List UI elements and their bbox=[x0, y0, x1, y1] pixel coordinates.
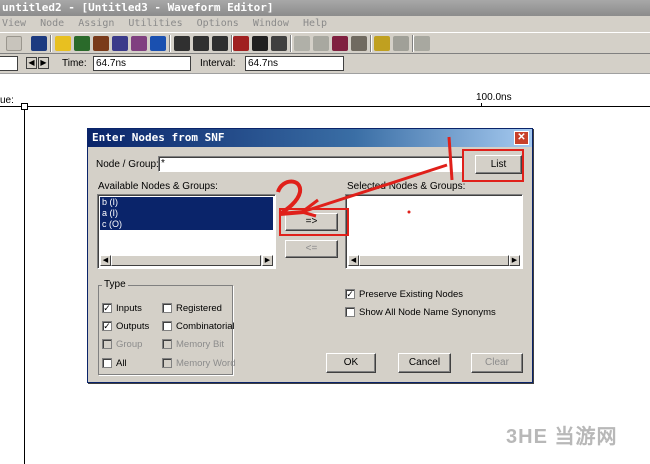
all-checkbox[interactable] bbox=[102, 358, 112, 368]
interval-label: Interval: bbox=[200, 58, 236, 69]
selected-nodes-label: Selected Nodes & Groups: bbox=[347, 181, 466, 192]
text-editor-icon[interactable] bbox=[131, 36, 147, 51]
combinatorial-checkbox[interactable] bbox=[162, 321, 172, 331]
zoom-icon[interactable] bbox=[414, 36, 430, 51]
arrow-left-icon[interactable]: ◀ bbox=[26, 57, 37, 69]
floorplan-icon[interactable] bbox=[93, 36, 109, 51]
menu-item-options[interactable]: Options bbox=[197, 18, 239, 29]
annotation-box-list bbox=[462, 149, 524, 182]
all-label: All bbox=[116, 358, 127, 369]
simulate-icon[interactable] bbox=[193, 36, 209, 51]
selection-highlight: b (I) a (I) c (O) bbox=[100, 197, 273, 230]
node-group-input[interactable]: * bbox=[158, 156, 463, 172]
waveform-icon[interactable] bbox=[150, 36, 166, 51]
selected-nodes-list[interactable]: ◀ ▶ bbox=[345, 194, 523, 269]
list-item[interactable]: c (O) bbox=[100, 219, 273, 230]
memory-word-checkbox[interactable] bbox=[162, 358, 172, 368]
toolbar-separator bbox=[370, 35, 372, 52]
find-icon[interactable] bbox=[294, 36, 310, 51]
dialog-title: Enter Nodes from SNF bbox=[92, 131, 225, 144]
menu-item-assign[interactable]: Assign bbox=[78, 18, 114, 29]
combinatorial-label: Combinatorial bbox=[176, 321, 235, 332]
show-synonyms-label: Show All Node Name Synonyms bbox=[359, 307, 496, 318]
warning-icon[interactable] bbox=[55, 36, 71, 51]
ok-button[interactable]: OK bbox=[326, 353, 376, 373]
type-group-label: Type bbox=[102, 279, 128, 290]
cancel-button[interactable]: Cancel bbox=[398, 353, 451, 373]
memory-word-label: Memory Word bbox=[176, 358, 236, 369]
horizontal-scrollbar[interactable]: ◀ ▶ bbox=[348, 255, 520, 266]
menu-item-window[interactable]: Window bbox=[253, 18, 289, 29]
time-scale-label: 100.0ns bbox=[476, 92, 512, 103]
toolbar bbox=[0, 32, 650, 54]
clear-button[interactable]: Clear bbox=[471, 353, 523, 373]
probe-icon[interactable] bbox=[332, 36, 348, 51]
flatten-icon[interactable] bbox=[351, 36, 367, 51]
waveform-time-axis bbox=[0, 106, 650, 107]
menu-item-node[interactable]: Node bbox=[40, 18, 64, 29]
reference-marker[interactable] bbox=[21, 103, 28, 110]
menu-item-help[interactable]: Help bbox=[303, 18, 327, 29]
time-field[interactable]: 64.7ns bbox=[93, 56, 191, 71]
close-icon[interactable]: ✕ bbox=[514, 131, 529, 145]
symbol-icon[interactable] bbox=[112, 36, 128, 51]
scroll-left-icon[interactable]: ◀ bbox=[348, 255, 359, 266]
find-node-icon[interactable] bbox=[313, 36, 329, 51]
memory-bit-checkbox[interactable] bbox=[162, 339, 172, 349]
scroll-right-icon[interactable]: ▶ bbox=[262, 255, 273, 266]
waveform-divider[interactable] bbox=[24, 105, 25, 464]
scroll-thumb[interactable] bbox=[111, 255, 261, 266]
menu-bar: View Node Assign Utilities Options Windo… bbox=[0, 16, 650, 32]
toolbar-separator bbox=[50, 35, 52, 52]
grid-icon[interactable] bbox=[374, 36, 390, 51]
scroll-thumb[interactable] bbox=[359, 255, 509, 266]
outputs-checkbox[interactable]: ✓ bbox=[102, 321, 112, 331]
arrow-right-icon[interactable]: ▶ bbox=[38, 57, 49, 69]
registered-checkbox[interactable] bbox=[162, 303, 172, 313]
snap-icon[interactable] bbox=[393, 36, 409, 51]
preserve-existing-label: Preserve Existing Nodes bbox=[359, 289, 464, 300]
inputs-label: Inputs bbox=[116, 303, 142, 314]
value-field[interactable] bbox=[0, 56, 18, 71]
toolbar-separator bbox=[290, 35, 292, 52]
group-label: Group bbox=[116, 339, 143, 350]
window-title-bar: untitled2 - [Untitled3 - Waveform Editor… bbox=[0, 0, 650, 16]
menu-item-utilities[interactable]: Utilities bbox=[128, 18, 182, 29]
window-title: untitled2 - [Untitled3 - Waveform Editor… bbox=[2, 1, 274, 14]
menu-item-view[interactable]: View bbox=[2, 18, 26, 29]
available-nodes-label: Available Nodes & Groups: bbox=[98, 181, 218, 192]
annotation-box-add bbox=[279, 208, 349, 236]
preserve-existing-checkbox[interactable]: ✓ bbox=[345, 289, 355, 299]
inputs-checkbox[interactable]: ✓ bbox=[102, 303, 112, 313]
hierarchy-icon[interactable] bbox=[74, 36, 90, 51]
help-pointer-icon[interactable] bbox=[31, 36, 47, 51]
node-group-label: Node / Group: bbox=[96, 159, 159, 170]
time-bar: ◀ ▶ Time: 64.7ns Interval: 64.7ns bbox=[0, 54, 650, 74]
toolbar-separator bbox=[169, 35, 171, 52]
interval-field[interactable]: 64.7ns bbox=[245, 56, 344, 71]
save-all-icon[interactable] bbox=[271, 36, 287, 51]
memory-bit-label: Memory Bit bbox=[176, 339, 225, 350]
remove-node-button[interactable]: <= bbox=[285, 240, 338, 258]
registered-label: Registered bbox=[176, 303, 222, 314]
list-item[interactable]: a (I) bbox=[100, 208, 273, 219]
group-checkbox[interactable] bbox=[102, 339, 112, 349]
list-item[interactable]: b (I) bbox=[100, 197, 273, 208]
watermark-logo: 3HE 当游网 bbox=[506, 426, 618, 448]
scroll-right-icon[interactable]: ▶ bbox=[509, 255, 520, 266]
scroll-left-icon[interactable]: ◀ bbox=[100, 255, 111, 266]
available-nodes-list[interactable]: b (I) a (I) c (O) ◀ ▶ bbox=[97, 194, 276, 269]
show-synonyms-checkbox[interactable] bbox=[345, 307, 355, 317]
undo-icon[interactable] bbox=[6, 36, 22, 51]
value-column-label: ue: bbox=[0, 95, 14, 106]
dialog-title-bar[interactable]: Enter Nodes from SNF bbox=[88, 129, 532, 147]
timing-icon[interactable] bbox=[212, 36, 228, 51]
compile-icon[interactable] bbox=[174, 36, 190, 51]
outputs-label: Outputs bbox=[116, 321, 150, 332]
time-label: Time: bbox=[62, 58, 87, 69]
save-icon[interactable] bbox=[252, 36, 268, 51]
program-icon[interactable] bbox=[233, 36, 249, 51]
horizontal-scrollbar[interactable]: ◀ ▶ bbox=[100, 255, 273, 266]
